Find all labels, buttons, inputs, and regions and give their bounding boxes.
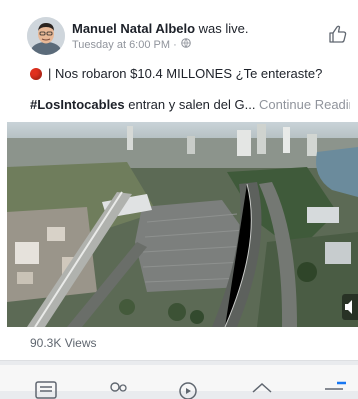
post-timestamp[interactable]: Tuesday at 6:00 PM · bbox=[72, 39, 177, 51]
speaker-icon[interactable] bbox=[342, 294, 358, 320]
post-meta: Tuesday at 6:00 PM · bbox=[72, 38, 191, 51]
post-header: Manuel Natal Albelo was live. Tuesday at… bbox=[0, 0, 358, 60]
view-count: 90.3K Views bbox=[30, 336, 97, 350]
avatar-image bbox=[27, 17, 65, 55]
home-icon[interactable] bbox=[250, 381, 274, 399]
news-feed-icon[interactable] bbox=[34, 381, 58, 399]
continue-reading-link[interactable]: Continue Reading bbox=[259, 97, 350, 112]
aerial-city-image bbox=[7, 122, 358, 327]
post-card: Manuel Natal Albelo was live. Tuesday at… bbox=[0, 0, 358, 360]
menu-icon[interactable] bbox=[322, 381, 346, 399]
post-text: | Nos robaron $10.4 MILLONES ¿Te enteras… bbox=[30, 66, 350, 81]
avatar[interactable] bbox=[27, 17, 65, 55]
divider bbox=[0, 360, 358, 361]
live-video-thumbnail[interactable] bbox=[7, 122, 358, 327]
bottom-tab-bar bbox=[0, 365, 358, 399]
author-name[interactable]: Manuel Natal Albelo bbox=[72, 21, 195, 36]
post-hashtag-line: #LosIntocables entran y salen del G... C… bbox=[30, 97, 350, 112]
post-text-content: | Nos robaron $10.4 MILLONES ¿Te enteras… bbox=[48, 66, 323, 81]
watch-icon[interactable] bbox=[176, 381, 200, 399]
hashtag-rest: entran y salen del G... bbox=[124, 97, 260, 112]
author-action: was live. bbox=[195, 21, 249, 36]
hashtag-link[interactable]: #LosIntocables bbox=[30, 97, 125, 112]
friends-icon[interactable] bbox=[106, 381, 130, 399]
globe-icon bbox=[180, 38, 191, 51]
like-icon[interactable] bbox=[328, 24, 348, 44]
post-author-line: Manuel Natal Albelo was live. bbox=[72, 21, 249, 36]
red-circle-icon bbox=[30, 67, 42, 80]
